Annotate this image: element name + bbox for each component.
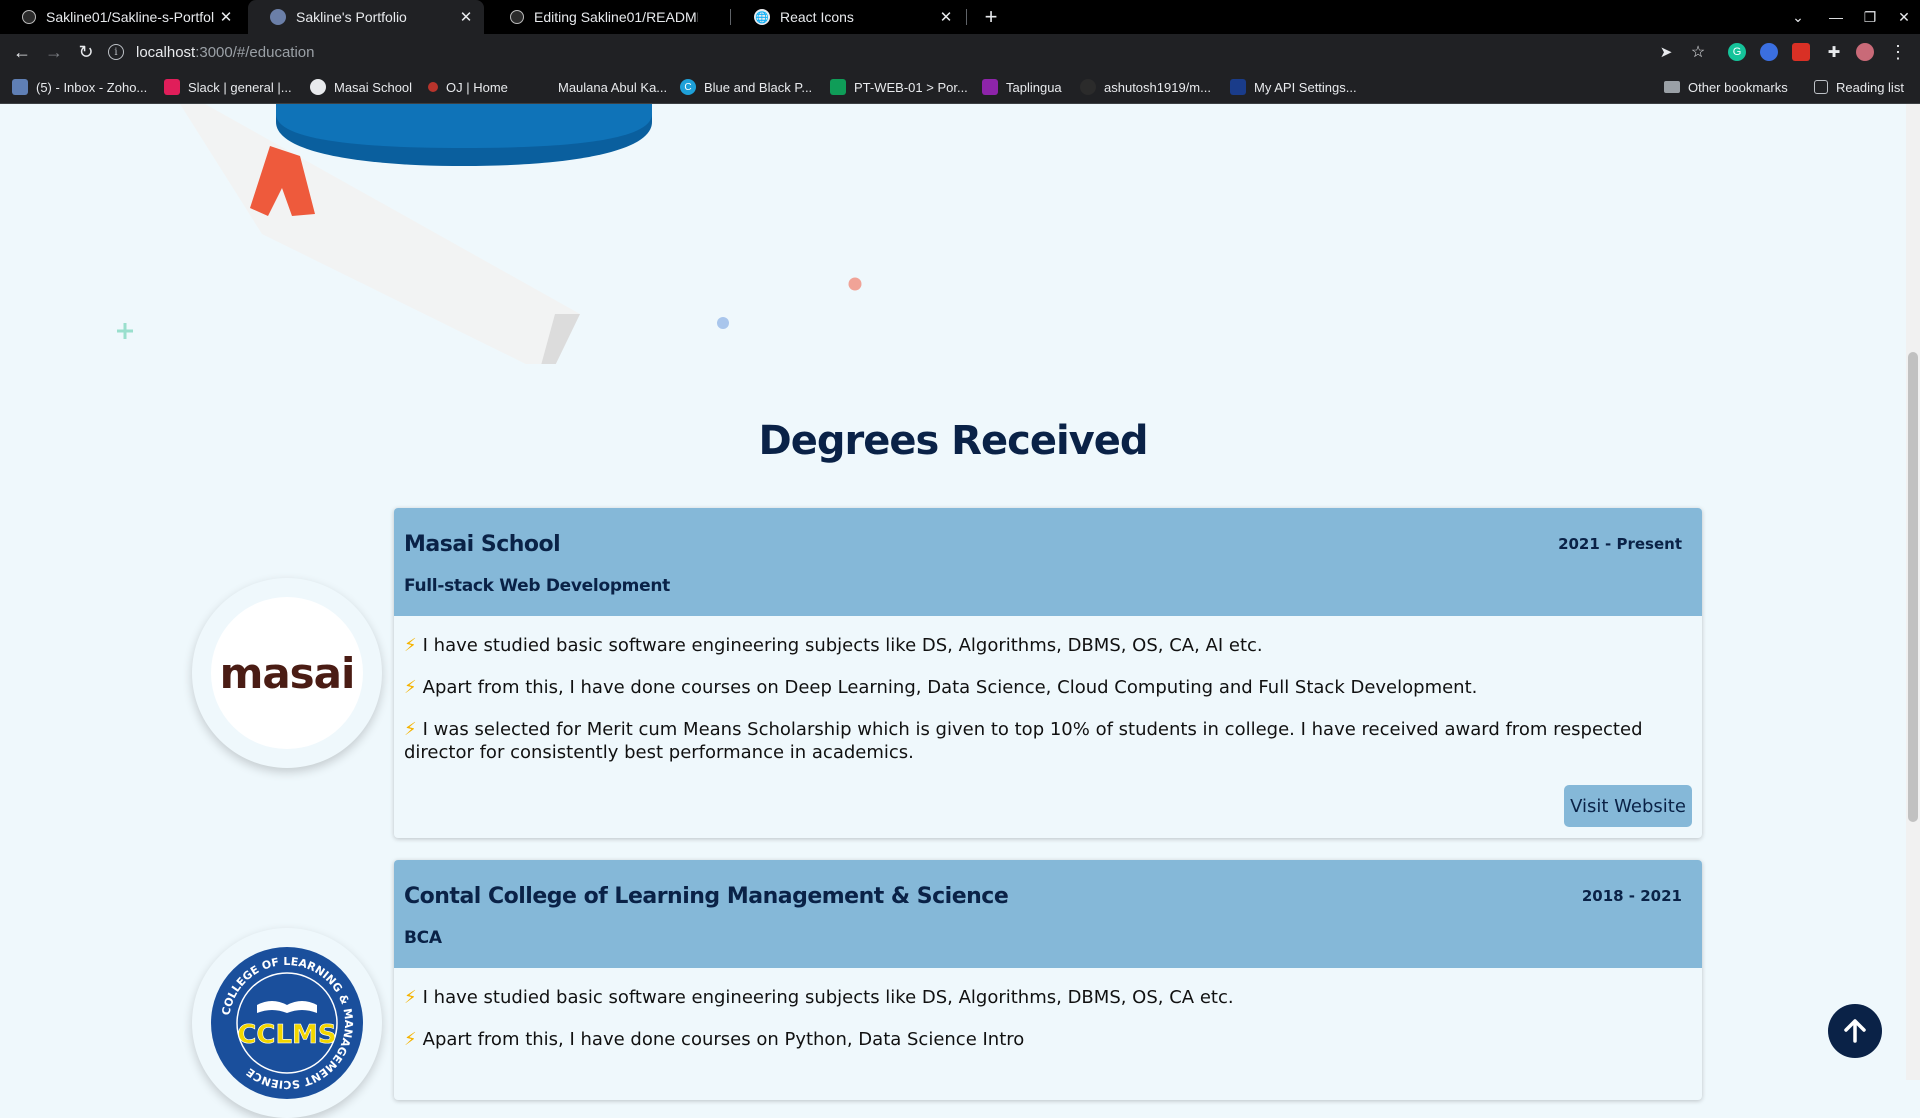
school-name: Masai School [404,532,561,557]
tab-github-repo[interactable]: Sakline01/Sakline-s-Portfolio ✕ [0,0,244,34]
extension-blue-icon[interactable] [1760,43,1778,61]
tab-title: Editing Sakline01/README.md [534,9,698,25]
bookmark-star-icon[interactable]: ☆ [1686,40,1710,64]
graduation-cap-icon [276,104,652,166]
canva-icon: C [680,79,696,95]
tab-title: Sakline's Portfolio [296,9,407,25]
send-icon[interactable]: ➤ [1654,40,1678,64]
tab-title: Sakline01/Sakline-s-Portfolio [46,9,214,25]
degree-name: BCA [404,928,442,948]
degree-point: ⚡ Apart from this, I have done courses on… [404,1029,1025,1050]
bookmark-item[interactable]: PT-WEB-01 > Por... [830,70,968,104]
minimize-icon[interactable]: — [1820,0,1852,34]
graduation-illustration [117,104,862,364]
restore-icon[interactable]: ❐ [1854,0,1886,34]
tab-separator [730,9,731,25]
forward-icon[interactable]: → [42,40,66,64]
cclms-logo-emblem: COLLEGE OF LEARNING & MANAGEMENT SCIENCE… [211,947,363,1099]
card-body: ⚡ I have studied basic software engineeri… [394,616,1702,793]
visit-website-button[interactable]: Visit Website [1564,785,1692,827]
globe-icon: 🌐 [754,9,770,25]
card-body: ⚡ I have studied basic software engineeri… [394,968,1702,1080]
degree-name: Full-stack Web Development [404,576,670,596]
degree-point: ⚡ I have studied basic software engineeri… [404,635,1263,656]
degree-years: 2021 - Present [1558,535,1682,553]
tab-editing-readme[interactable]: Editing Sakline01/README.md ✕ [488,0,728,34]
sheets-icon [830,79,846,95]
portfolio-icon [270,9,286,25]
lightning-icon: ⚡ [404,677,417,698]
extension-red-icon[interactable] [1792,43,1810,61]
url-host: localhost [136,43,196,61]
site-info-icon[interactable]: i [108,44,124,60]
extensions-puzzle-icon[interactable]: ✚ [1822,40,1846,64]
cclms-logo: COLLEGE OF LEARNING & MANAGEMENT SCIENCE… [192,928,382,1118]
tab-search-icon[interactable]: ⌄ [1782,0,1814,34]
bookmark-item[interactable]: Slack | general |... [164,70,292,104]
cclms-logo-text: CCLMS [237,1020,336,1050]
lightning-icon: ⚡ [404,1029,417,1050]
tab-portfolio[interactable]: Sakline's Portfolio ✕ [248,0,484,34]
reload-icon[interactable]: ↻ [74,40,98,64]
taplingua-icon [982,79,998,95]
section-title: Degrees Received [758,418,1149,464]
tab-separator [966,9,967,25]
degree-point: ⚡ I was selected for Merit cum Means Scho… [404,719,1643,763]
slack-icon [164,79,180,95]
degree-point: ⚡ Apart from this, I have done courses on… [404,677,1478,698]
card-header: Contal College of Learning Management & … [394,860,1702,968]
browser-toolbar: ← → ↻ i localhost:3000/#/education ➤ ☆ G… [0,34,1920,70]
tab-title: React Icons [780,9,854,25]
other-bookmarks[interactable]: Other bookmarks [1664,70,1788,104]
degree-point: ⚡ I have studied basic software engineeri… [404,987,1234,1008]
github-icon [1080,79,1096,95]
degree-card-masai: Masai School Full-stack Web Development … [394,508,1702,838]
reading-list[interactable]: Reading list [1814,70,1904,104]
card-header: Masai School Full-stack Web Development … [394,508,1702,616]
address-bar[interactable]: i localhost:3000/#/education [108,38,1688,66]
close-icon[interactable]: ✕ [214,8,238,26]
bookmark-item[interactable]: C Blue and Black P... [680,70,812,104]
degree-card-cclms: Contal College of Learning Management & … [394,860,1702,1100]
tab-strip: Sakline01/Sakline-s-Portfolio ✕ Sakline'… [0,0,1920,34]
oj-icon [428,82,438,92]
lightning-icon: ⚡ [404,987,417,1008]
grammarly-icon[interactable]: G [1728,43,1746,61]
arrow-up-icon [1844,1019,1866,1043]
bookmarks-bar: (5) - Inbox - Zoho... Slack | general |.… [0,70,1920,104]
lightning-icon: ⚡ [404,719,417,740]
url-path: :3000/#/education [195,43,315,61]
github-icon [22,10,36,24]
back-icon[interactable]: ← [10,40,34,64]
masai-logo-text: masai [219,648,356,698]
page-icon [534,79,550,95]
api-settings-icon [1230,79,1246,95]
bookmark-item[interactable]: Taplingua [982,70,1062,104]
globe-icon [310,79,326,95]
school-name: Contal College of Learning Management & … [404,884,1009,909]
zoho-mail-icon [12,79,28,95]
close-window-icon[interactable]: ✕ [1888,0,1920,34]
scrollbar-thumb[interactable] [1908,352,1918,822]
close-icon[interactable]: ✕ [934,8,958,26]
scroll-to-top-button[interactable] [1828,1004,1882,1058]
new-tab-button[interactable]: + [978,4,1004,30]
bookmark-item[interactable]: Maulana Abul Ka... [534,70,667,104]
bookmark-item[interactable]: ashutosh1919/m... [1080,70,1211,104]
bookmark-item[interactable]: My API Settings... [1230,70,1357,104]
degree-years: 2018 - 2021 [1581,887,1682,905]
bookmark-item[interactable]: OJ | Home [428,70,508,104]
close-icon[interactable]: ✕ [454,8,478,26]
masai-logo: masai [192,578,382,768]
tab-react-icons[interactable]: 🌐 React Icons ✕ [732,0,964,34]
folder-icon [1664,81,1680,93]
profile-avatar[interactable] [1856,43,1874,61]
lightning-icon: ⚡ [404,635,417,656]
menu-icon[interactable]: ⋮ [1886,40,1910,64]
github-icon [510,10,524,24]
bookmark-item[interactable]: Masai School [310,70,412,104]
bookmark-item[interactable]: (5) - Inbox - Zoho... [12,70,147,104]
reading-list-icon [1814,80,1828,94]
